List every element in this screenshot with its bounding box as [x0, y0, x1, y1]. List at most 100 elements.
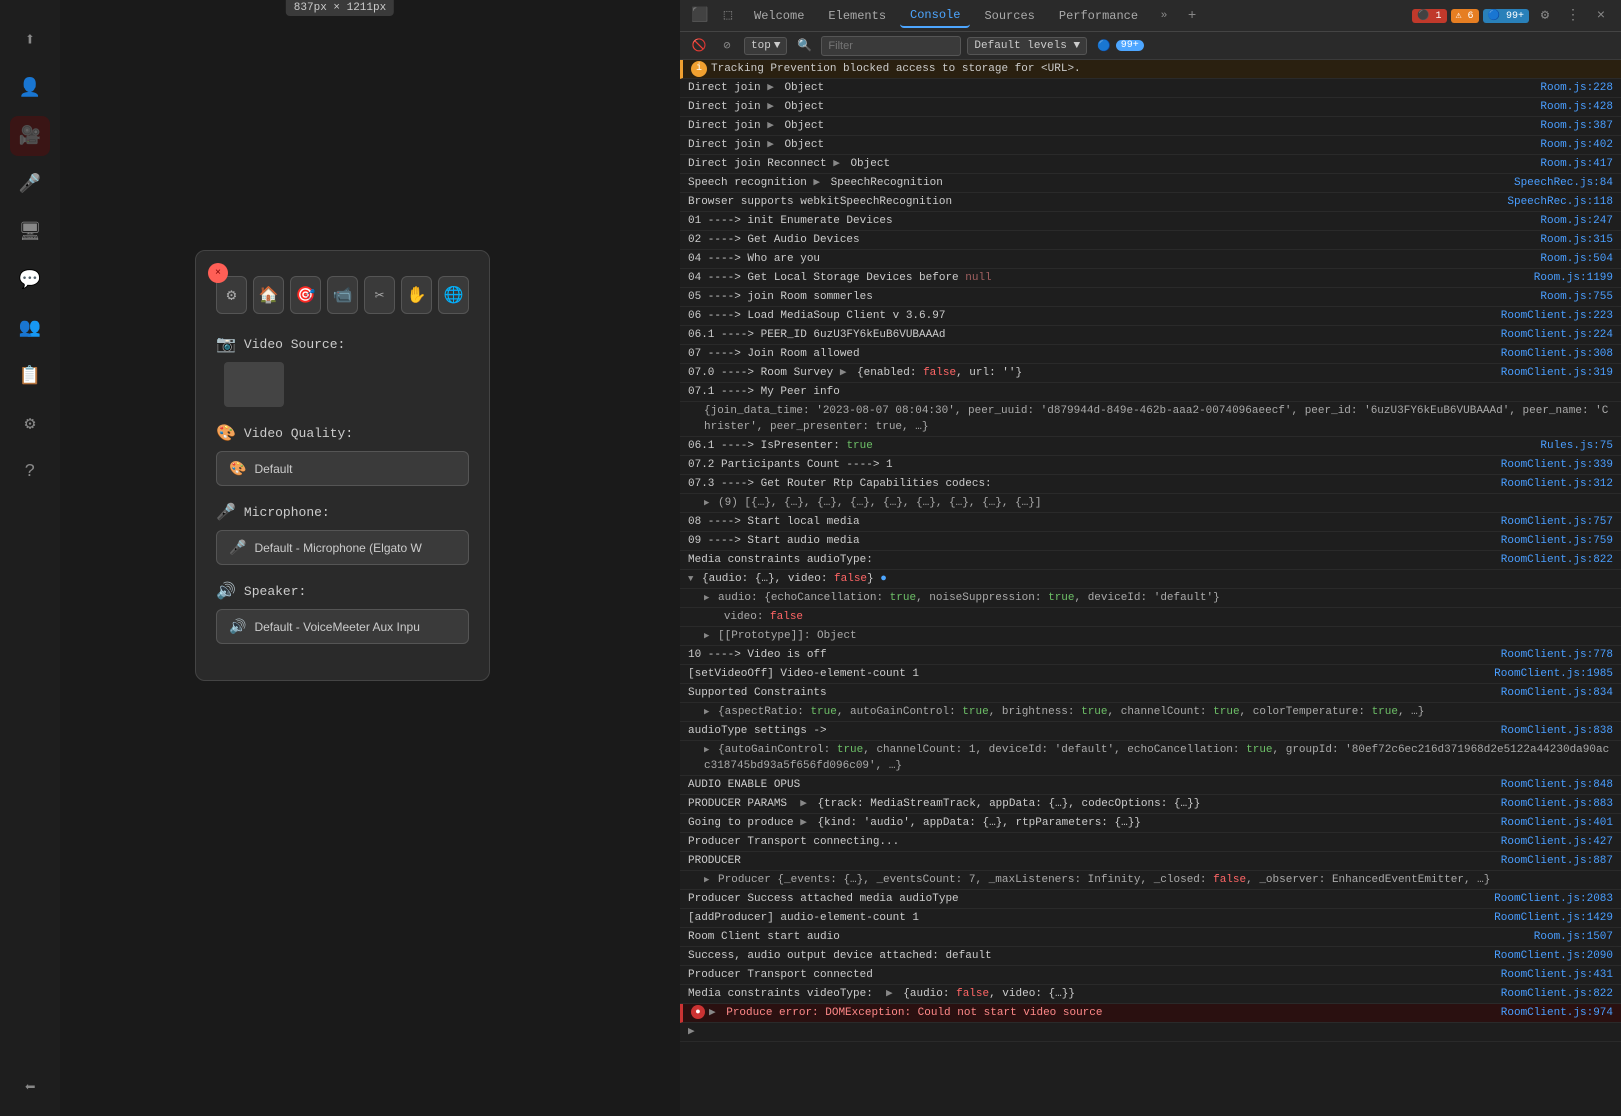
line-loc[interactable]: Room.js:755 [1540, 289, 1613, 305]
devtools-inspect-icon[interactable]: ⬚ [716, 4, 740, 28]
line-loc[interactable]: RoomClient.js:224 [1501, 327, 1613, 343]
line-loc[interactable]: Room.js:402 [1540, 137, 1613, 153]
speaker-select[interactable]: 🔊 Default - VoiceMeeter Aux Inpu [216, 609, 469, 644]
tab-sources[interactable]: Sources [974, 5, 1044, 27]
line-loc[interactable]: RoomClient.js:431 [1501, 967, 1613, 983]
console-line: Going to produce ▶ {kind: 'audio', appDa… [680, 814, 1621, 833]
app-panel: 837px × 1211px ⬆ 👤 🎥 🎤 🖥 💬 👥 📋 ⚙ ? ⬅ × ⚙… [0, 0, 680, 1116]
settings-cog-icon[interactable]: ⚙ [1533, 4, 1557, 28]
video-source-section: 📷 Video Source: [216, 334, 469, 407]
console-filter-input[interactable] [821, 36, 961, 56]
tab-elements[interactable]: Elements [818, 5, 896, 27]
tab-welcome[interactable]: Welcome [744, 5, 814, 27]
line-loc[interactable]: RoomClient.js:778 [1501, 647, 1613, 663]
line-loc[interactable]: RoomClient.js:757 [1501, 514, 1613, 530]
console-line: ▶ (9) [{…}, {…}, {…}, {…}, {…}, {…}, {…}… [680, 494, 1621, 513]
add-tab-button[interactable]: + [1180, 4, 1204, 28]
line-loc[interactable]: Rules.js:75 [1540, 438, 1613, 454]
console-line: PRODUCER PARAMS ▶ {track: MediaStreamTra… [680, 795, 1621, 814]
video-quality-select[interactable]: 🎨 Default [216, 451, 469, 486]
devtools-dock-icon[interactable]: ⬛ [688, 4, 712, 28]
toolbar-hand-button[interactable]: ✋ [401, 276, 432, 314]
line-loc[interactable]: RoomClient.js:427 [1501, 834, 1613, 850]
line-loc[interactable]: RoomClient.js:822 [1501, 552, 1613, 568]
console-line: [addProducer] audio-element-count 1 Room… [680, 909, 1621, 928]
line-loc[interactable]: RoomClient.js:1429 [1494, 910, 1613, 926]
line-loc[interactable]: Room.js:315 [1540, 232, 1613, 248]
sidebar-chat-icon[interactable]: 💬 [10, 260, 50, 300]
line-loc[interactable]: Room.js:247 [1540, 213, 1613, 229]
console-line: Speech recognition ▶ SpeechRecognition S… [680, 174, 1621, 193]
line-loc[interactable]: RoomClient.js:822 [1501, 986, 1613, 1002]
sidebar-share-icon[interactable]: ⬆ [10, 20, 50, 60]
devtools-right-icons: ⚫ 1 ⚠ 6 🔵 99+ ⚙ ⋮ × [1410, 4, 1613, 28]
line-loc[interactable]: RoomClient.js:1985 [1494, 666, 1613, 682]
console-line: 09 ----> Start audio media RoomClient.js… [680, 532, 1621, 551]
ellipsis-icon[interactable]: ⋮ [1561, 4, 1585, 28]
line-loc[interactable]: RoomClient.js:883 [1501, 796, 1613, 812]
close-devtools-icon[interactable]: × [1589, 4, 1613, 28]
line-loc[interactable]: RoomClient.js:312 [1501, 476, 1613, 492]
speaker-icon: 🔊 [216, 581, 236, 601]
line-loc[interactable]: Room.js:1507 [1534, 929, 1613, 945]
line-loc[interactable]: Room.js:1199 [1534, 270, 1613, 286]
line-loc[interactable]: RoomClient.js:319 [1501, 365, 1613, 381]
video-source-label: 📷 Video Source: [216, 334, 469, 354]
sidebar-screen-icon[interactable]: 🖥 [10, 212, 50, 252]
console-line: 07.0 ----> Room Survey ▶ {enabled: false… [680, 364, 1621, 383]
toolbar-camera-button[interactable]: 🎯 [290, 276, 321, 314]
console-line: Direct join Reconnect ▶ Object Room.js:4… [680, 155, 1621, 174]
line-loc[interactable]: RoomClient.js:759 [1501, 533, 1613, 549]
line-loc[interactable]: RoomClient.js:401 [1501, 815, 1613, 831]
line-loc[interactable]: RoomClient.js:2083 [1494, 891, 1613, 907]
sidebar-help-icon[interactable]: ? [10, 452, 50, 492]
sidebar-settings-icon[interactable]: ⚙ [10, 404, 50, 444]
sidebar-whiteboard-icon[interactable]: 📋 [10, 356, 50, 396]
line-loc[interactable]: Room.js:428 [1540, 99, 1613, 115]
context-selector[interactable]: top ▼ [744, 37, 787, 55]
line-loc[interactable]: Room.js:387 [1540, 118, 1613, 134]
console-output[interactable]: i Tracking Prevention blocked access to … [680, 60, 1621, 1116]
line-loc[interactable]: RoomClient.js:339 [1501, 457, 1613, 473]
line-loc[interactable]: Room.js:417 [1540, 156, 1613, 172]
tab-performance[interactable]: Performance [1049, 5, 1148, 27]
console-line: Success, audio output device attached: d… [680, 947, 1621, 966]
line-loc[interactable]: SpeechRec.js:84 [1514, 175, 1613, 191]
line-loc[interactable]: Room.js:504 [1540, 251, 1613, 267]
toolbar-globe-button[interactable]: 🌐 [438, 276, 469, 314]
microphone-section: 🎤 Microphone: 🎤 Default - Microphone (El… [216, 502, 469, 565]
toolbar-home-button[interactable]: 🏠 [253, 276, 284, 314]
sidebar-mic-icon[interactable]: 🎤 [10, 164, 50, 204]
dialog-toolbar: ⚙ 🏠 🎯 📹 ✂ ✋ 🌐 [216, 276, 469, 314]
sidebar-video-off-icon[interactable]: 🎥 [10, 116, 50, 156]
toolbar-video-button[interactable]: 📹 [327, 276, 358, 314]
console-line: ▼ {audio: {…}, video: false} ● [680, 570, 1621, 589]
line-loc[interactable]: RoomClient.js:308 [1501, 346, 1613, 362]
more-tabs-button[interactable]: » [1152, 4, 1176, 28]
line-loc[interactable]: RoomClient.js:2090 [1494, 948, 1613, 964]
toolbar-scissors-button[interactable]: ✂ [364, 276, 395, 314]
line-loc[interactable]: SpeechRec.js:118 [1507, 194, 1613, 210]
line-loc[interactable]: RoomClient.js:974 [1501, 1005, 1613, 1021]
dropdown-arrow-icon: ▼ [774, 40, 781, 52]
microphone-select[interactable]: 🎤 Default - Microphone (Elgato W [216, 530, 469, 565]
tab-console[interactable]: Console [900, 4, 970, 28]
log-levels-dropdown[interactable]: Default levels ▼ [967, 37, 1087, 55]
dialog-close-button[interactable]: × [208, 263, 228, 283]
line-loc[interactable]: RoomClient.js:838 [1501, 723, 1613, 739]
microphone-label: 🎤 Microphone: [216, 502, 469, 522]
line-loc[interactable]: RoomClient.js:848 [1501, 777, 1613, 793]
line-loc[interactable]: Room.js:228 [1540, 80, 1613, 96]
clear-console-button[interactable]: 🚫 [688, 35, 710, 57]
toggle-filter-button[interactable]: ⊘ [716, 35, 738, 57]
search-console-button[interactable]: 🔍 [793, 35, 815, 57]
quality-select-icon: 🎨 [229, 460, 246, 477]
console-line: ▶ [[Prototype]]: Object [680, 627, 1621, 646]
line-loc[interactable]: RoomClient.js:887 [1501, 853, 1613, 869]
sidebar-user-icon[interactable]: 👤 [10, 68, 50, 108]
line-loc[interactable]: RoomClient.js:834 [1501, 685, 1613, 701]
console-line: audioType settings -> RoomClient.js:838 [680, 722, 1621, 741]
sidebar-participants-icon[interactable]: 👥 [10, 308, 50, 348]
line-loc[interactable]: RoomClient.js:223 [1501, 308, 1613, 324]
sidebar-leave-icon[interactable]: ⬅ [10, 1068, 50, 1108]
